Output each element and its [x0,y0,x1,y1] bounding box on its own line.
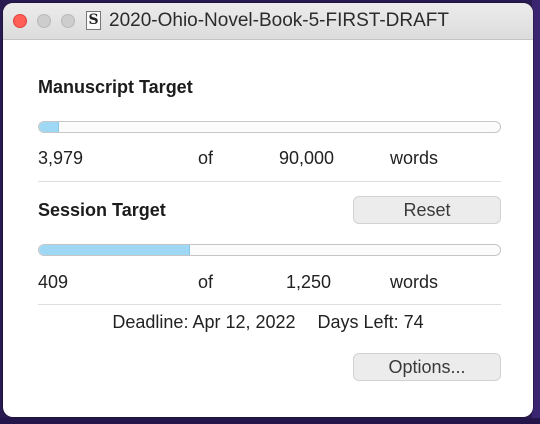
deadline-text: Deadline: Apr 12, 2022 [112,312,296,332]
desktop-background-bottom [0,418,540,424]
document-icon: S [86,11,101,30]
session-progress-bar [38,244,501,256]
minimize-window-button[interactable] [37,14,51,28]
manuscript-current-words: 3,979 [38,148,84,168]
session-current-words: 409 [38,272,69,292]
reset-button[interactable]: Reset [353,196,501,224]
manuscript-unit-label: words [390,148,439,168]
session-progress-fill [39,245,190,255]
section-divider [38,304,501,305]
session-unit-label: words [390,272,439,292]
title-bar[interactable]: S 2020-Ohio-Novel-Book-5-FIRST-DRAFT [3,3,533,40]
days-left-text: Days Left: 74 [317,312,424,332]
window-title: 2020-Ohio-Novel-Book-5-FIRST-DRAFT [109,10,449,31]
session-target-heading: Session Target [38,200,166,220]
manuscript-target-words: 90,000 [279,148,335,168]
project-targets-window: S 2020-Ohio-Novel-Book-5-FIRST-DRAFT Man… [3,3,533,417]
section-divider [38,181,501,182]
deadline-info: Deadline: Apr 12, 2022 Days Left: 74 [3,312,533,333]
manuscript-of-label: of [198,148,214,168]
session-of-label: of [198,272,214,292]
manuscript-progress-fill [39,122,60,132]
session-target-words: 1,250 [286,272,332,292]
desktop-background [532,0,540,424]
manuscript-progress-bar [38,121,501,133]
close-window-button[interactable] [13,14,27,28]
zoom-window-button[interactable] [61,14,75,28]
options-button[interactable]: Options... [353,353,501,381]
manuscript-target-heading: Manuscript Target [38,77,193,97]
